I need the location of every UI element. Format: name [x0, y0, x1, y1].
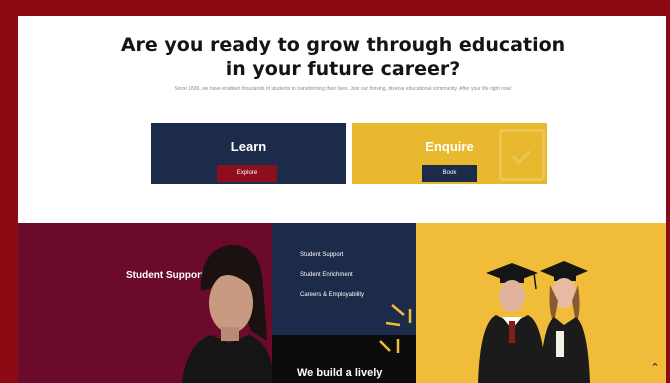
sun-rays-icon-small: [379, 339, 400, 353]
support-links-list: Student Support Student Enrichment Caree…: [300, 251, 364, 311]
book-button[interactable]: Book: [422, 165, 477, 182]
explore-button[interactable]: Explore: [217, 165, 277, 182]
hero-subtitle: Since 1836, we have enabled thousands of…: [174, 86, 512, 92]
link-student-support[interactable]: Student Support: [300, 251, 364, 271]
tagline-text: We build a lively: [297, 367, 383, 379]
page-viewport: Are you ready to grow through education …: [18, 16, 666, 383]
link-careers-employability[interactable]: Careers & Employability: [300, 291, 364, 311]
learn-card[interactable]: Learn Explore: [151, 123, 346, 184]
tagline-panel: We build a lively: [272, 335, 416, 383]
hero-title: Are you ready to grow through education …: [120, 34, 566, 80]
enquire-card[interactable]: Enquire Book: [352, 123, 547, 184]
link-student-enrichment[interactable]: Student Enrichment: [300, 271, 364, 291]
checklist-icon: [499, 129, 545, 181]
learn-card-title: Learn: [230, 139, 267, 154]
student-photo: [181, 244, 272, 383]
graduates-panel: [416, 223, 666, 383]
chevron-up-icon[interactable]: ⌃: [647, 361, 663, 375]
enquire-card-title: Enquire: [425, 139, 474, 154]
support-links-panel: Student Support Student Enrichment Caree…: [272, 223, 416, 335]
graduates-photo: [478, 261, 590, 383]
student-support-panel: Student Support: [18, 223, 272, 383]
